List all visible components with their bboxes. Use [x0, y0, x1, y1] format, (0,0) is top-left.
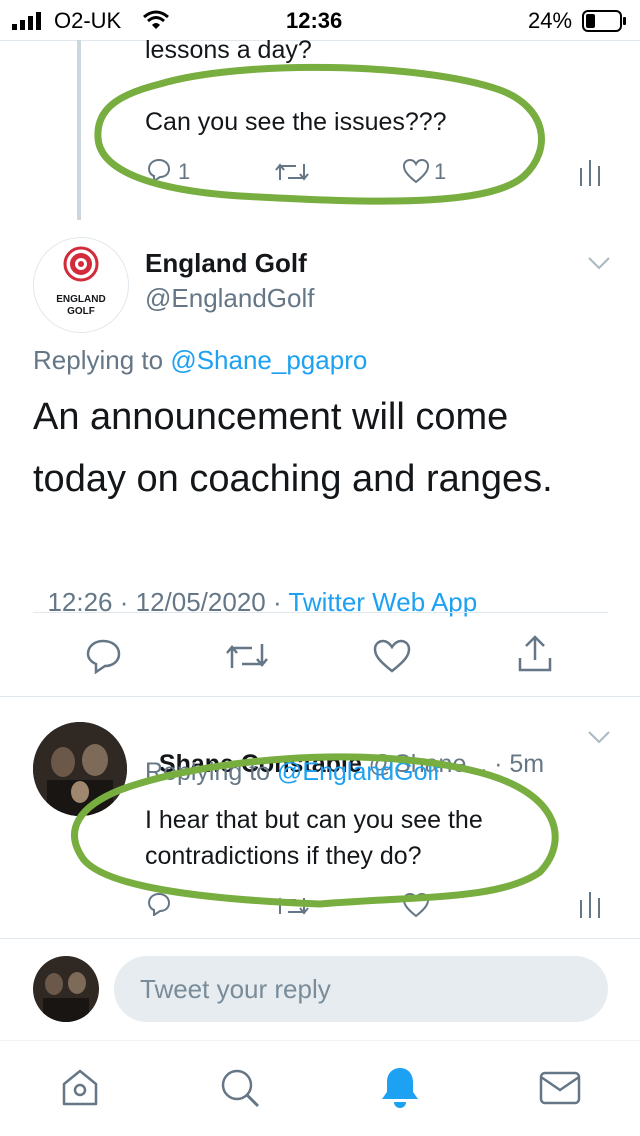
avatar-shane[interactable] [33, 722, 127, 816]
retweet-icon[interactable] [224, 640, 270, 672]
analytics-icon[interactable] [578, 158, 602, 186]
like-icon[interactable] [402, 892, 430, 918]
main-tweet-text-line2: today on coaching and ranges. [33, 458, 553, 500]
chevron-down-icon[interactable] [587, 730, 611, 744]
reply-divider [0, 938, 640, 939]
reply-replying-handle[interactable]: @EnglandGolf [277, 758, 440, 786]
actions-divider [0, 696, 640, 697]
avatar-england-golf[interactable]: ENGLAND GOLF [33, 237, 129, 333]
reply-icon[interactable] [84, 638, 124, 674]
prev-tweet-text-line2: Can you see the issues??? [145, 108, 447, 136]
reply-replying-to: Replying to @EnglandGolf [145, 758, 440, 787]
prev-tweet-text-line1: lessons a day? [145, 36, 312, 64]
rose-logo-icon [63, 246, 99, 282]
share-icon[interactable] [516, 634, 554, 674]
battery-icon [582, 10, 628, 32]
main-replying-prefix: Replying to [33, 345, 171, 375]
main-replying-handle[interactable]: @Shane_pgapro [170, 345, 367, 375]
analytics-icon[interactable] [578, 890, 602, 918]
reply-icon[interactable] [146, 892, 172, 916]
status-bar: O2-UK 12:36 24% [0, 0, 640, 40]
logo-text-line1: ENGLAND [56, 294, 106, 305]
notifications-icon[interactable] [378, 1064, 422, 1110]
reply-tweet-text-line2: contradictions if they do? [145, 842, 422, 870]
main-display-name[interactable]: England Golf [145, 248, 307, 279]
reply-input[interactable]: Tweet your reply [114, 956, 608, 1022]
prev-like-count: 1 [434, 159, 447, 184]
prev-reply-count: 1 [178, 159, 191, 184]
thread-line [77, 40, 81, 220]
reply-replying-prefix: Replying to [145, 758, 278, 786]
reply-tweet-text-line1: I hear that but can you see the [145, 806, 483, 834]
carrier-label: O2-UK [54, 8, 122, 33]
home-icon[interactable] [58, 1066, 102, 1110]
battery-percent: 24% [528, 8, 573, 33]
reply-icon[interactable] [146, 158, 172, 182]
chevron-down-icon[interactable] [587, 256, 611, 270]
search-icon[interactable] [218, 1066, 262, 1110]
clock: 12:36 [286, 8, 343, 33]
like-icon[interactable] [402, 158, 430, 184]
like-icon[interactable] [372, 638, 412, 674]
retweet-icon[interactable] [274, 160, 310, 184]
main-divider [33, 612, 608, 613]
main-timestamp-row: 12:26 · 12/05/2020 · Twitter Web App [33, 556, 477, 618]
main-handle[interactable]: @EnglandGolf [145, 283, 315, 314]
signal-icon [12, 12, 46, 30]
messages-icon[interactable] [538, 1070, 582, 1106]
composer-avatar[interactable] [33, 956, 99, 1022]
main-replying-to: Replying to @Shane_pgapro [33, 345, 367, 376]
reply-input-placeholder: Tweet your reply [140, 974, 331, 1004]
logo-text-line2: GOLF [67, 306, 95, 317]
retweet-icon[interactable] [274, 894, 310, 918]
status-divider [0, 40, 640, 41]
main-tweet-text-line1: An announcement will come [33, 396, 509, 438]
tabbar-divider [0, 1040, 640, 1041]
wifi-icon [142, 10, 170, 30]
